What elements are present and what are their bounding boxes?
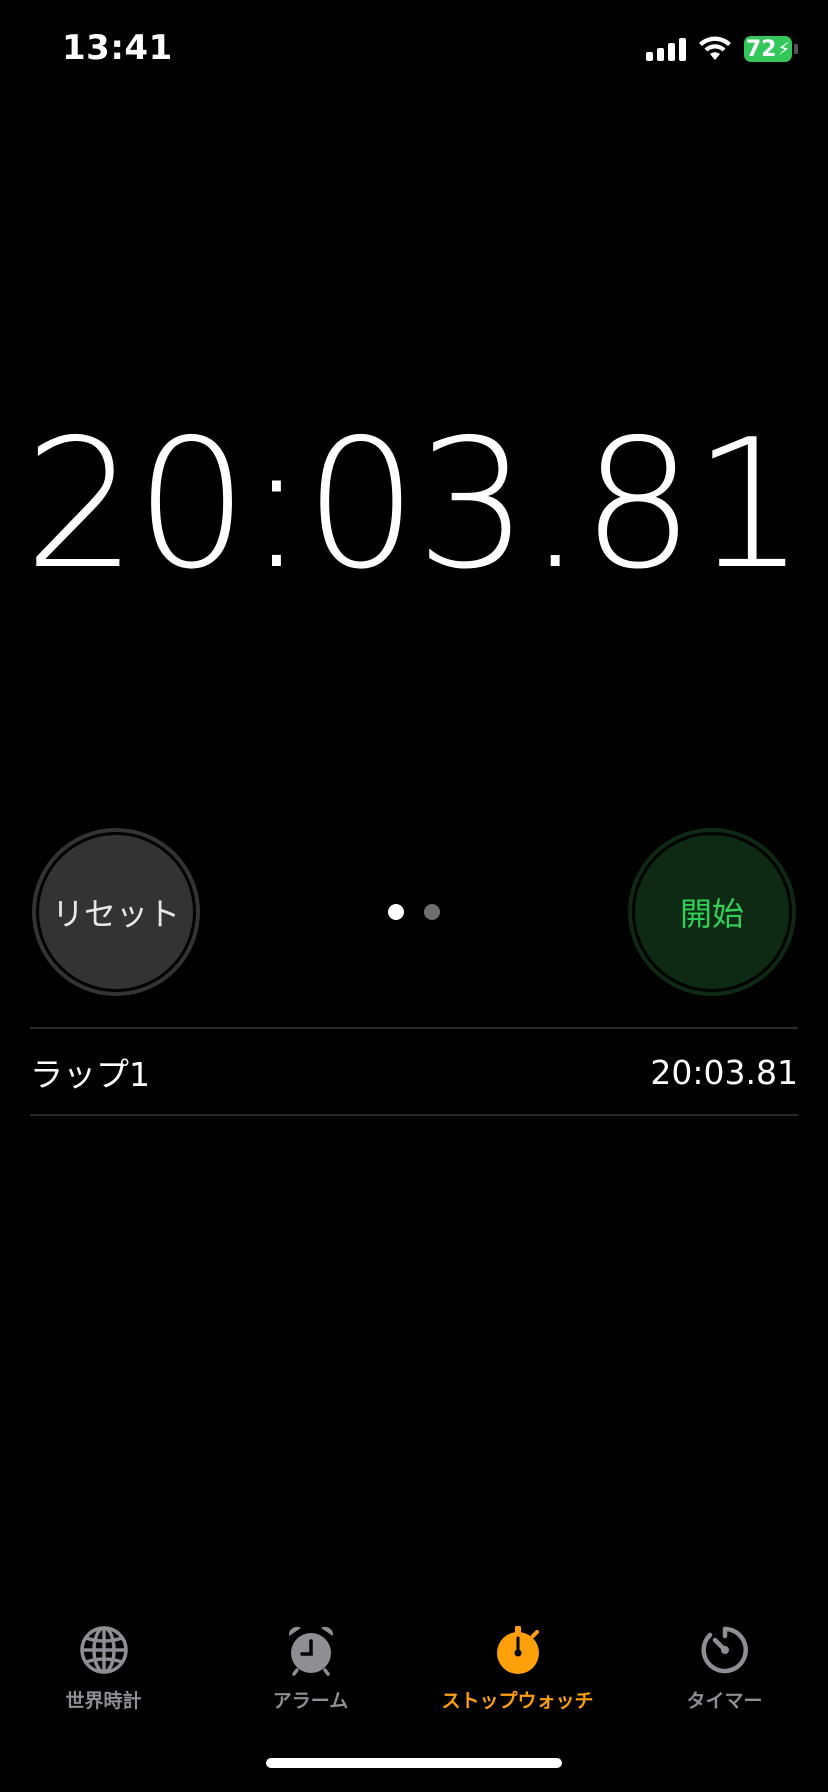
battery-cap bbox=[794, 44, 798, 54]
tab-label: タイマー bbox=[686, 1690, 763, 1712]
page-indicator[interactable] bbox=[388, 904, 440, 920]
status-time: 13:41 bbox=[62, 28, 173, 68]
battery-icon: 72 ⚡ bbox=[744, 36, 798, 62]
battery-level: 72 bbox=[745, 36, 777, 62]
timer-icon bbox=[695, 1620, 755, 1680]
stopwatch-display: 20:03.81 bbox=[23, 401, 806, 608]
globe-icon bbox=[74, 1620, 134, 1680]
home-indicator[interactable] bbox=[266, 1758, 562, 1768]
lap-time: 20:03.81 bbox=[650, 1052, 798, 1092]
page-dot-1 bbox=[388, 904, 404, 920]
tab-stopwatch[interactable]: ストップウォッチ bbox=[414, 1620, 621, 1713]
wifi-icon bbox=[699, 36, 731, 60]
tab-label: アラーム bbox=[272, 1690, 349, 1712]
tab-bar: 世界時計 アラーム ストップウォッチ タイマー bbox=[0, 1620, 828, 1730]
cellular-signal-icon bbox=[646, 37, 686, 61]
lap-list-top-divider bbox=[30, 1027, 798, 1029]
page-dot-2 bbox=[424, 904, 440, 920]
lap-row: ラップ1 20:03.81 bbox=[30, 1030, 798, 1114]
tab-label: 世界時計 bbox=[65, 1690, 142, 1712]
alarm-clock-icon bbox=[281, 1620, 341, 1680]
start-button-label: 開始 bbox=[679, 895, 744, 933]
tab-alarm[interactable]: アラーム bbox=[207, 1620, 414, 1713]
lap-list-bottom-divider bbox=[30, 1114, 798, 1116]
start-button[interactable]: 開始 bbox=[628, 828, 796, 996]
reset-button[interactable]: リセット bbox=[32, 828, 200, 996]
stopwatch-icon bbox=[488, 1620, 548, 1680]
reset-button-label: リセット bbox=[51, 895, 180, 933]
tab-label: ストップウォッチ bbox=[441, 1690, 594, 1712]
status-bar: 13:41 72 ⚡ bbox=[0, 0, 828, 100]
tab-world-clock[interactable]: 世界時計 bbox=[0, 1620, 207, 1713]
tab-timer[interactable]: タイマー bbox=[621, 1620, 828, 1713]
lap-label: ラップ1 bbox=[30, 1055, 150, 1094]
status-icons: 72 ⚡ bbox=[646, 34, 798, 64]
charging-bolt-icon: ⚡ bbox=[777, 38, 791, 60]
